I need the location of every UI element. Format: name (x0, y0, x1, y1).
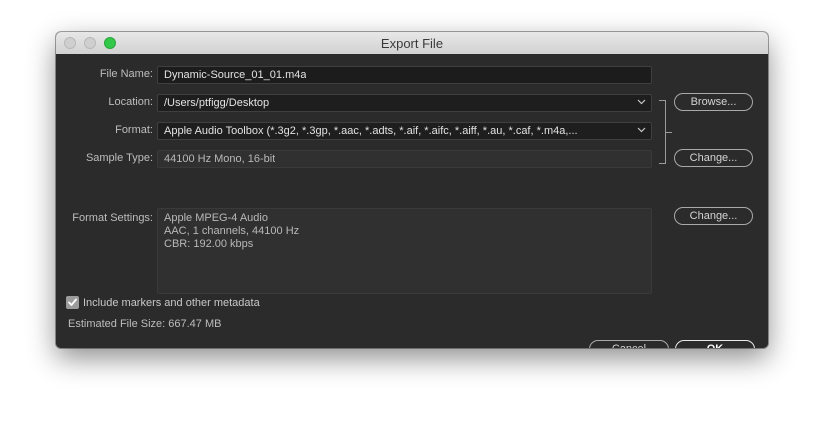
title-bar[interactable]: Export File (56, 32, 768, 55)
location-select[interactable]: /Users/ptfigg/Desktop (157, 94, 652, 112)
chevron-down-icon (637, 96, 646, 111)
ok-button[interactable]: OK (675, 340, 755, 348)
include-metadata-checkbox[interactable] (66, 296, 79, 309)
export-file-dialog: Export File File Name: Dynamic-Source_01… (56, 32, 768, 348)
format-settings-field: Apple MPEG-4 Audio AAC, 1 channels, 4410… (157, 208, 652, 294)
change-sample-type-button[interactable]: Change... (674, 149, 753, 167)
sample-type-field: 44100 Hz Mono, 16-bit (157, 150, 652, 168)
format-settings-line: AAC, 1 channels, 44100 Hz (164, 225, 300, 237)
format-label: Format: (115, 124, 153, 136)
dialog-content: File Name: Dynamic-Source_01_01.m4a Loca… (56, 54, 768, 348)
format-value: Apple Audio Toolbox (*.3g2, *.3gp, *.aac… (164, 125, 578, 137)
location-label: Location: (108, 96, 153, 108)
field-group-bracket-tick (665, 132, 672, 133)
chevron-down-icon (637, 124, 646, 139)
change-format-settings-button[interactable]: Change... (674, 207, 753, 225)
file-name-input[interactable]: Dynamic-Source_01_01.m4a (157, 66, 652, 84)
sample-type-label: Sample Type: (85, 152, 153, 164)
format-settings-line: CBR: 192.00 kbps (164, 238, 254, 250)
sample-type-value: 44100 Hz Mono, 16-bit (164, 153, 276, 165)
checkmark-icon (68, 298, 77, 306)
file-name-value: Dynamic-Source_01_01.m4a (164, 69, 307, 81)
window-title: Export File (380, 36, 444, 51)
include-metadata-label[interactable]: Include markers and other metadata (83, 297, 260, 309)
estimated-file-size: Estimated File Size: 667.47 MB (68, 318, 222, 330)
format-select[interactable]: Apple Audio Toolbox (*.3g2, *.3gp, *.aac… (157, 122, 652, 140)
format-settings-label: Format Settings: (72, 212, 153, 224)
location-value: /Users/ptfigg/Desktop (164, 97, 270, 109)
cancel-button[interactable]: Cancel (589, 340, 669, 348)
file-name-label: File Name: (99, 68, 153, 80)
format-settings-line: Apple MPEG-4 Audio (164, 212, 268, 224)
browse-button[interactable]: Browse... (674, 93, 753, 111)
